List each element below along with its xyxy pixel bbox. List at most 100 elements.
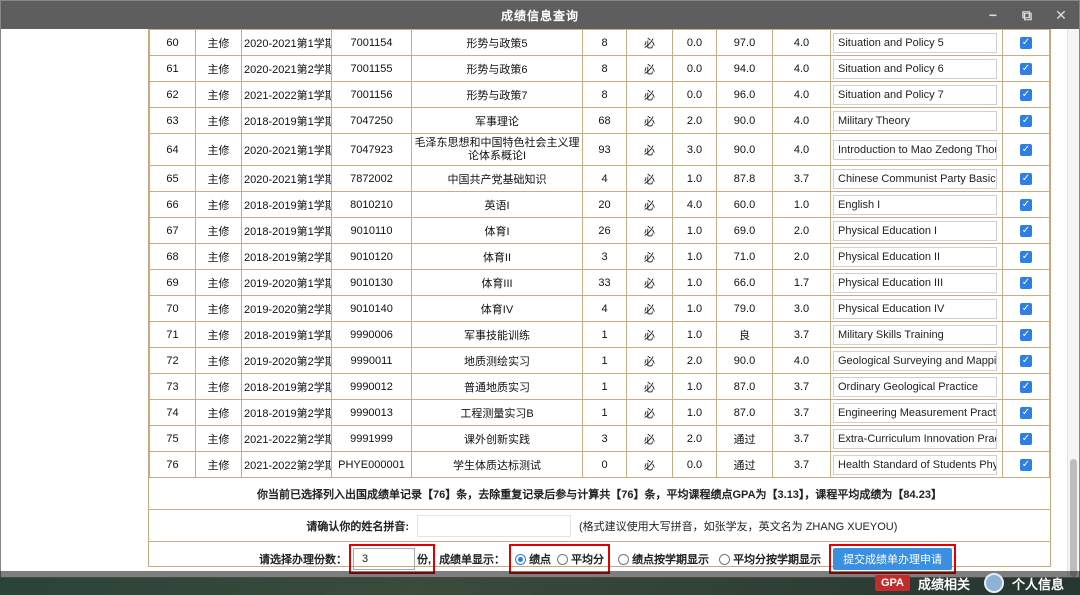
cell-course-type: 主修 (195, 269, 242, 296)
cell-credit: 1.0 (672, 399, 717, 426)
include-checkbox[interactable]: ✓ (1020, 225, 1032, 237)
cell-course-code: 9010110 (331, 217, 412, 244)
cell-include: ✓ (1002, 373, 1050, 400)
cell-course-name: 军事理论 (411, 107, 583, 134)
cell-hours: 33 (582, 269, 627, 296)
window-controls: − ⧉ ✕ (985, 1, 1069, 29)
include-checkbox[interactable]: ✓ (1020, 355, 1032, 367)
english-name-input[interactable]: Physical Education I (833, 220, 997, 241)
cell-course-name: 学生体质达标测试 (411, 451, 583, 478)
table-row: 62 主修 2021-2022第1学期 7001156 形势与政策7 8 必 0.0 96.0 4… (149, 81, 1050, 108)
vertical-scrollbar[interactable] (1067, 29, 1079, 577)
english-name-input[interactable]: Physical Education III (833, 272, 997, 293)
english-name-input[interactable]: Military Theory (833, 110, 997, 131)
cell-required-flag: 必 (626, 165, 673, 192)
restore-icon[interactable]: ⧉ (1019, 7, 1035, 24)
include-checkbox[interactable]: ✓ (1020, 89, 1032, 101)
cell-include: ✓ (1002, 399, 1050, 426)
cell-score: 90.0 (716, 133, 773, 166)
cell-required-flag: 必 (626, 269, 673, 296)
include-checkbox[interactable]: ✓ (1020, 173, 1032, 185)
name-pinyin-input[interactable] (417, 514, 571, 537)
english-name-input[interactable]: Chinese Communist Party Basic (833, 168, 997, 189)
include-checkbox[interactable]: ✓ (1020, 277, 1032, 289)
cell-term: 2018-2019第2学期 (241, 399, 332, 426)
cell-gpa: 1.7 (772, 269, 831, 296)
cell-gpa: 4.0 (772, 81, 831, 108)
cell-course-name: 地质测绘实习 (411, 347, 583, 374)
include-checkbox[interactable]: ✓ (1020, 63, 1032, 75)
copies-unit: 份, (417, 554, 432, 566)
english-name-input[interactable]: Situation and Policy 7 (833, 84, 997, 105)
scrollbar-thumb[interactable] (1070, 459, 1077, 577)
english-name-input[interactable]: Ordinary Geological Practice (833, 376, 997, 397)
english-name-input[interactable]: Engineering Measurement Pract (833, 402, 997, 423)
include-checkbox[interactable]: ✓ (1020, 199, 1032, 211)
english-name-input[interactable]: Geological Surveying and Mappi (833, 350, 997, 371)
include-checkbox[interactable]: ✓ (1020, 433, 1032, 445)
english-name-input[interactable]: Physical Education II (833, 246, 997, 267)
cell-course-code: 8010210 (331, 191, 412, 218)
submit-transcript-button[interactable]: 提交成绩单办理申请 (833, 548, 953, 570)
english-name-input[interactable]: English I (833, 194, 997, 215)
english-name-input[interactable]: Health Standard of Students Phy (833, 454, 997, 475)
cell-credit: 0.0 (672, 81, 717, 108)
table-row: 63 主修 2018-2019第1学期 7047250 军事理论 68 必 2.0 90.0 4.… (149, 107, 1050, 134)
cell-row-number: 63 (149, 107, 196, 134)
cell-course-name: 形势与政策6 (411, 55, 583, 82)
cell-row-number: 67 (149, 217, 196, 244)
cell-english-name: Chinese Communist Party Basic (830, 165, 1003, 192)
cell-english-name: Military Skills Training (830, 321, 1003, 348)
radio-average-by-term[interactable]: 平均分按学期显示 (719, 551, 821, 567)
cell-include: ✓ (1002, 165, 1050, 192)
cell-course-type: 主修 (195, 321, 242, 348)
include-checkbox[interactable]: ✓ (1020, 144, 1032, 156)
cell-course-type: 主修 (195, 217, 242, 244)
include-checkbox[interactable]: ✓ (1020, 303, 1032, 315)
radio-average-label: 平均分 (571, 554, 605, 566)
include-checkbox[interactable]: ✓ (1020, 407, 1032, 419)
english-name-input[interactable]: Introduction to Mao Zedong Thou (833, 139, 997, 160)
cell-include: ✓ (1002, 425, 1050, 452)
english-name-input[interactable]: Physical Education IV (833, 298, 997, 319)
include-checkbox[interactable]: ✓ (1020, 37, 1032, 49)
cell-course-code: 7872002 (331, 165, 412, 192)
cell-score: 87.0 (716, 373, 773, 400)
include-checkbox[interactable]: ✓ (1020, 381, 1032, 393)
cell-gpa: 3.0 (772, 295, 831, 322)
cell-credit: 0.0 (672, 29, 717, 56)
cell-hours: 0 (582, 451, 627, 478)
cell-credit: 0.0 (672, 451, 717, 478)
radio-gpa[interactable]: 绩点 (515, 551, 551, 567)
cell-credit: 3.0 (672, 133, 717, 166)
english-name-input[interactable]: Situation and Policy 5 (833, 32, 997, 53)
cell-course-code: 7001155 (331, 55, 412, 82)
cell-course-name: 中国共产党基础知识 (411, 165, 583, 192)
close-icon[interactable]: ✕ (1053, 7, 1069, 24)
taskbar-profile[interactable]: 个人信息 (983, 573, 1064, 593)
cell-row-number: 70 (149, 295, 196, 322)
cell-course-type: 主修 (195, 133, 242, 166)
english-name-input[interactable]: Extra-Curriculum Innovation Prac (833, 428, 997, 449)
english-name-input[interactable]: Military Skills Training (833, 324, 997, 345)
cell-score: 87.0 (716, 399, 773, 426)
copies-input[interactable]: 3 (353, 548, 415, 570)
english-name-input[interactable]: Situation and Policy 6 (833, 58, 997, 79)
taskbar-grades[interactable]: GPA 成绩相关 (874, 574, 970, 593)
summary-row: 你当前已选择列入出国成绩单记录【76】条，去除重复记录后参与计算共【76】条，平… (149, 478, 1050, 510)
minimize-icon[interactable]: − (985, 7, 1001, 23)
include-checkbox[interactable]: ✓ (1020, 115, 1032, 127)
include-checkbox[interactable]: ✓ (1020, 459, 1032, 471)
radio-gpa-by-term[interactable]: 绩点按学期显示 (618, 551, 709, 567)
cell-include: ✓ (1002, 295, 1050, 322)
include-checkbox[interactable]: ✓ (1020, 251, 1032, 263)
cell-include: ✓ (1002, 269, 1050, 296)
cell-english-name: Physical Education II (830, 243, 1003, 270)
cell-required-flag: 必 (626, 55, 673, 82)
include-checkbox[interactable]: ✓ (1020, 329, 1032, 341)
cell-hours: 4 (582, 165, 627, 192)
radio-average[interactable]: 平均分 (557, 551, 604, 567)
table-row: 61 主修 2020-2021第2学期 7001155 形势与政策6 8 必 0.0 94.0 4… (149, 55, 1050, 82)
cell-hours: 26 (582, 217, 627, 244)
cell-term: 2018-2019第1学期 (241, 191, 332, 218)
